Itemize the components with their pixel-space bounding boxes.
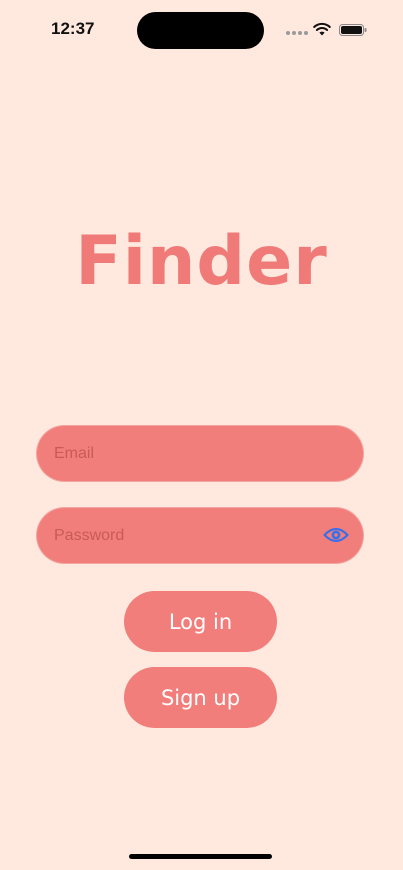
home-indicator[interactable] (129, 854, 272, 859)
wifi-icon (313, 22, 331, 36)
app-title: Finder (75, 222, 328, 301)
battery-icon (339, 24, 367, 36)
login-button[interactable]: Log in (124, 591, 277, 652)
status-time: 12:37 (51, 19, 95, 38)
password-field[interactable] (37, 508, 363, 563)
password-input[interactable] (37, 508, 363, 563)
status-bar: 12:37 (0, 0, 403, 60)
eye-icon[interactable] (323, 525, 349, 545)
cellular-signal-icon (286, 31, 308, 35)
email-field[interactable] (37, 426, 363, 481)
signup-button[interactable]: Sign up (124, 667, 277, 728)
dynamic-island (137, 12, 264, 49)
email-input[interactable] (37, 426, 363, 481)
